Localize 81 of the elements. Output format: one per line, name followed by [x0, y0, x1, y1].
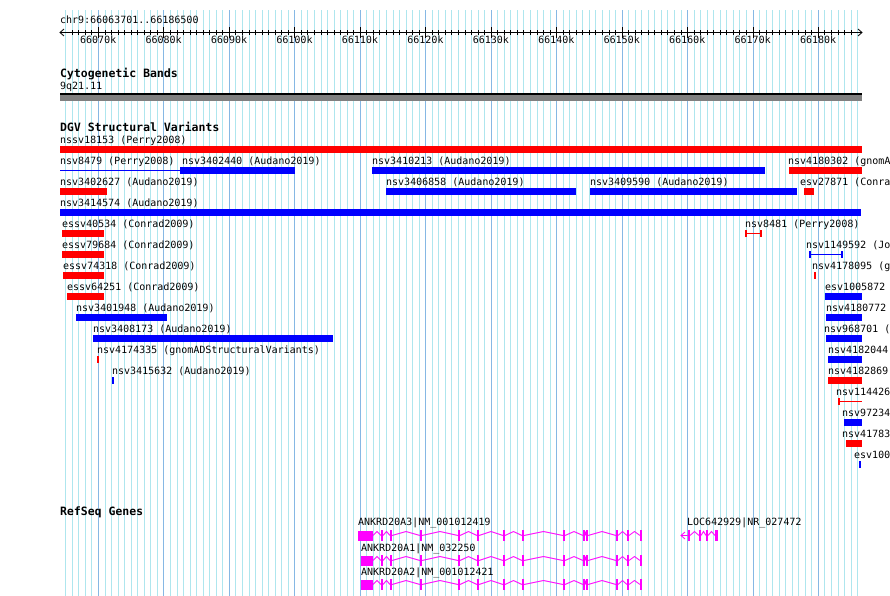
- variant-label: nsv3406858 (Audano2019): [386, 177, 524, 188]
- variant-bar[interactable]: [846, 440, 862, 447]
- variant-label: nsv3414574 (Audano2019): [60, 198, 198, 209]
- variant-bar[interactable]: [386, 188, 576, 195]
- gene-drawing[interactable]: [358, 530, 642, 541]
- variant-label: essv74318 (Conrad2009): [63, 261, 196, 272]
- tick-label: 66110k: [342, 35, 378, 46]
- variant-bar[interactable]: [826, 314, 862, 321]
- variant-bar[interactable]: [372, 167, 765, 174]
- track-title: Cytogenetic Bands: [60, 67, 178, 80]
- tick-label: 66170k: [734, 35, 771, 46]
- variant-interval[interactable]: [60, 167, 182, 174]
- gene-label: ANKRD20A1|NM_032250: [361, 543, 476, 554]
- tick-label: 66070k: [80, 35, 116, 46]
- variant-bar[interactable]: [826, 335, 862, 342]
- variant-bar[interactable]: [60, 188, 107, 195]
- variant-bar[interactable]: [828, 377, 862, 384]
- variant-label: esv100: [854, 450, 890, 461]
- tick-label: 66140k: [538, 35, 574, 46]
- gene-drawing[interactable]: [680, 530, 718, 541]
- variant-label: nsv3410213 (Audano2019): [372, 156, 510, 167]
- variant-bar[interactable]: [76, 314, 167, 321]
- variant-label: nsv41783: [842, 429, 890, 440]
- location-label: chr9:66063701..66186500: [60, 15, 198, 26]
- variant-interval[interactable]: [838, 398, 862, 405]
- variant-bar[interactable]: [93, 335, 333, 342]
- variant-bar[interactable]: [590, 188, 797, 195]
- variant-label: nsv4180302 (gnomA: [788, 156, 890, 167]
- variant-label: essv79684 (Conrad2009): [62, 240, 194, 251]
- gene-label: ANKRD20A3|NM_001012419: [358, 517, 490, 528]
- variant-label: nsv8479 (Perry2008): [60, 156, 174, 167]
- variant-label: nsv3415632 (Audano2019): [112, 366, 250, 377]
- variant-bar[interactable]: [67, 293, 104, 300]
- track-title: RefSeq Genes: [60, 505, 144, 518]
- gene-drawing[interactable]: [361, 579, 642, 590]
- tick-label: 66090k: [210, 35, 248, 46]
- variant-bar[interactable]: [60, 209, 861, 216]
- variant-label: nsv114426: [836, 387, 890, 398]
- variant-bar[interactable]: [844, 419, 862, 426]
- variant-bar[interactable]: [825, 293, 862, 300]
- tick-label: 66130k: [472, 35, 509, 46]
- variant-label: esv1005872: [825, 282, 886, 293]
- variant-label: nsv4178095 (g: [812, 261, 890, 272]
- tick-label: 66120k: [407, 35, 444, 46]
- gene-drawing[interactable]: [361, 555, 642, 566]
- variant-label: esv27871 (Conra: [800, 177, 890, 188]
- variant-label: nsv8481 (Perry2008): [745, 219, 860, 230]
- variant-label: nsv3402440 (Audano2019): [182, 156, 320, 167]
- variant-bar[interactable]: [62, 230, 104, 237]
- variant-label: nsv1149592 (Jo: [806, 240, 890, 251]
- variant-label: nsv4182044: [828, 345, 888, 356]
- variant-bar[interactable]: [789, 167, 862, 174]
- variant-interval[interactable]: [809, 251, 843, 258]
- tick-label: 66160k: [669, 35, 706, 46]
- tick-label: 66150k: [604, 35, 640, 46]
- cytoband-bar[interactable]: [60, 93, 862, 101]
- gene-label: LOC642929|NR_027472: [687, 517, 802, 528]
- variant-interval[interactable]: [745, 230, 762, 237]
- variant-label: nsv968701 (: [824, 324, 890, 335]
- variant-label: nsv3409590 (Audano2019): [590, 177, 728, 188]
- variant-bar[interactable]: [62, 251, 104, 258]
- variant-label: nsv4182869: [828, 366, 888, 377]
- band-label: 9q21.11: [60, 81, 102, 92]
- variant-bar[interactable]: [63, 272, 104, 279]
- variant-label: essv64251 (Conrad2009): [67, 282, 200, 293]
- variant-label: nsv3401948 (Audano2019): [76, 303, 214, 314]
- gene-label: ANKRD20A2|NM_001012421: [361, 567, 494, 578]
- variant-label: nssv18153 (Perry2008): [60, 135, 186, 146]
- variant-label: nsv4174335 (gnomADStructuralVariants): [97, 345, 320, 356]
- tick-label: 66080k: [145, 35, 182, 46]
- variant-label: nsv97234: [842, 408, 890, 419]
- variant-bar[interactable]: [804, 188, 814, 195]
- tick-label: 66180k: [800, 35, 836, 46]
- track-title: DGV Structural Variants: [60, 121, 220, 134]
- variant-label: nsv3402627 (Audano2019): [60, 177, 198, 188]
- variant-label: nsv3408173 (Audano2019): [93, 324, 232, 335]
- variant-label: nsv4180772: [826, 303, 886, 314]
- variant-label: essv40534 (Conrad2009): [62, 219, 194, 230]
- tick-label: 66100k: [276, 35, 312, 46]
- variant-bar[interactable]: [828, 356, 862, 363]
- variant-bar[interactable]: [60, 146, 862, 153]
